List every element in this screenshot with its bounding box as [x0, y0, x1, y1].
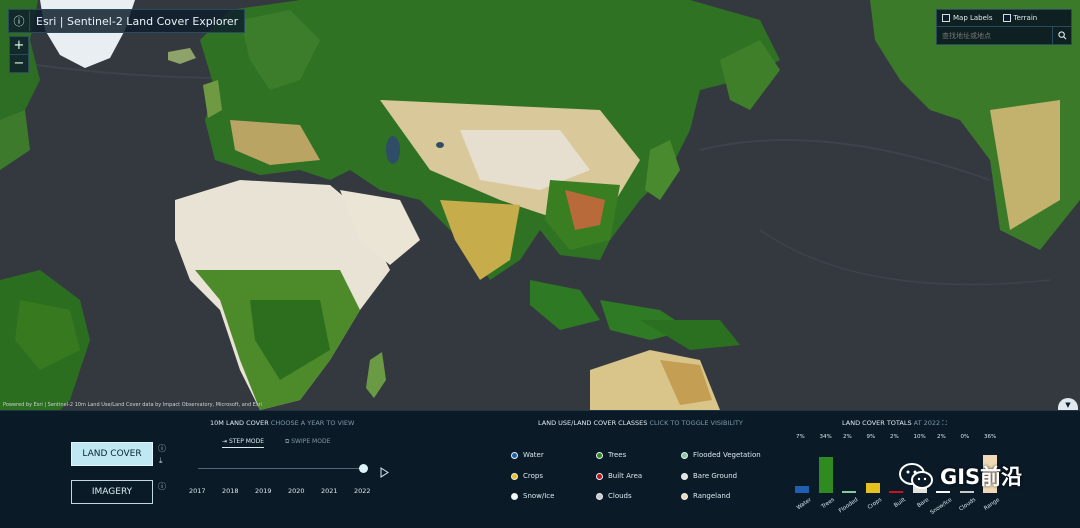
legend-swatch	[511, 472, 518, 480]
chart-value-label: 2%	[843, 434, 852, 440]
chart-value-label: 36%	[984, 434, 997, 440]
info-icon[interactable]: ⓘ	[9, 11, 30, 31]
legend-label: Water	[523, 451, 544, 459]
chart-value-label: 9%	[866, 434, 876, 440]
land-cover-button[interactable]: LAND COVER	[71, 442, 153, 466]
chart-value-label: 34%	[819, 434, 832, 440]
legend-item[interactable]: Crops	[511, 472, 543, 480]
chart-bar[interactable]	[795, 486, 809, 493]
watermark: GIS前沿	[898, 461, 1022, 491]
chart-bar[interactable]	[818, 457, 833, 493]
step-mode-icon: ⇥	[222, 438, 228, 445]
legend-item[interactable]: Trees	[596, 451, 626, 459]
chart-bar[interactable]	[936, 491, 950, 493]
terrain-label: Terrain	[1013, 14, 1038, 22]
chevron-down-icon: ▼	[1065, 400, 1071, 409]
classes-section-title: LAND USE/LAND COVER CLASSES CLICK TO TOG…	[538, 419, 743, 427]
chart-value-label: 10%	[913, 434, 926, 440]
legend-label: Snow/Ice	[523, 492, 555, 500]
swipe-mode-tab[interactable]: ⧉ SWIPE MODE	[285, 438, 330, 446]
search-input[interactable]	[937, 31, 1052, 40]
chart-bar[interactable]	[842, 491, 856, 493]
time-section-title: 10M LAND COVER CHOOSE A YEAR TO VIEW	[210, 419, 354, 427]
zoom-out-button[interactable]: −	[10, 54, 28, 72]
imagery-info-icon[interactable]: ⓘ	[158, 481, 166, 492]
terrain-checkbox[interactable]	[1002, 14, 1011, 22]
zoom-in-button[interactable]: +	[10, 37, 28, 54]
swipe-mode-icon: ⧉	[285, 438, 290, 445]
legend-label: Clouds	[608, 492, 632, 500]
legend-swatch	[681, 472, 688, 480]
expand-icon[interactable]: ⛶	[942, 419, 947, 427]
legend-swatch	[681, 451, 688, 459]
zoom-controls: + −	[9, 36, 29, 73]
legend-label: Built Area	[608, 472, 643, 480]
imagery-button[interactable]: IMAGERY	[71, 480, 153, 504]
chart-bar[interactable]	[889, 491, 903, 493]
totals-section-title-text: LAND COVER TOTALS	[842, 419, 912, 427]
year-label[interactable]: 2021	[321, 487, 338, 495]
year-label[interactable]: 2019	[255, 487, 272, 495]
legend-item[interactable]: Clouds	[596, 492, 632, 500]
legend-item[interactable]: Water	[511, 451, 544, 459]
year-label[interactable]: 2020	[288, 487, 305, 495]
legend-label: Rangeland	[693, 492, 731, 500]
map-attribution: Powered by Esri | Sentinel-2 10m Land Us…	[3, 402, 262, 408]
chart-bar[interactable]	[865, 483, 880, 493]
step-mode-label: STEP MODE	[228, 438, 265, 445]
step-mode-tab[interactable]: ⇥ STEP MODE	[222, 438, 265, 448]
swipe-mode-label: SWIPE MODE	[291, 438, 331, 445]
app-title-bar: ⓘ Esri | Sentinel-2 Land Cover Explorer	[8, 9, 246, 33]
legend-item[interactable]: Bare Ground	[681, 472, 737, 480]
totals-section-subtitle: AT 2022	[913, 419, 941, 427]
year-label[interactable]: 2018	[222, 487, 239, 495]
classes-section-title-text: LAND USE/LAND COVER CLASSES	[538, 419, 648, 427]
play-icon	[380, 467, 389, 478]
legend-swatch	[511, 492, 518, 500]
legend-label: Bare Ground	[693, 472, 738, 480]
terrain-toggle[interactable]: Terrain	[1002, 14, 1038, 22]
totals-section-title: LAND COVER TOTALS AT 2022 ⛶	[842, 419, 947, 428]
chart-value-label: 2%	[890, 434, 899, 440]
legend-swatch	[681, 492, 688, 500]
wechat-logo-icon	[899, 463, 933, 489]
legend-label: Crops	[523, 472, 543, 480]
download-icon[interactable]: ⤓	[159, 456, 163, 466]
year-slider-track[interactable]	[198, 468, 364, 469]
watermark-text: GIS前沿	[940, 465, 1023, 489]
legend-item[interactable]: Snow/Ice	[511, 492, 554, 500]
legend-item[interactable]: Flooded Vegetation	[681, 451, 761, 459]
legend-item[interactable]: Built Area	[596, 472, 642, 480]
year-label[interactable]: 2017	[189, 487, 206, 495]
chart-value-label: 0%	[960, 434, 970, 440]
legend-swatch	[596, 472, 603, 480]
map-options-panel: Map Labels Terrain	[936, 9, 1072, 45]
legend-label: Flooded Vegetation	[693, 451, 761, 459]
land-cover-info-icon[interactable]: ⓘ	[158, 443, 166, 454]
chart-value-label: 2%	[937, 434, 946, 440]
app-title: Esri | Sentinel-2 Land Cover Explorer	[36, 14, 239, 28]
map-view[interactable]	[0, 0, 1080, 410]
chart-bar[interactable]	[959, 491, 974, 493]
map-labels-checkbox[interactable]	[942, 14, 950, 22]
time-section-title-text: 10M LAND COVER	[210, 419, 269, 427]
legend-item[interactable]: Rangeland	[681, 492, 730, 500]
time-section-subtitle: CHOOSE A YEAR TO VIEW	[270, 419, 355, 427]
legend-swatch	[596, 451, 603, 459]
legend-swatch	[596, 492, 603, 500]
legend-swatch	[511, 451, 518, 459]
play-button[interactable]	[380, 463, 389, 482]
chart-value-label: 7%	[796, 434, 805, 440]
search-icon[interactable]	[1052, 27, 1071, 44]
legend-label: Trees	[608, 451, 627, 459]
map-labels-toggle[interactable]: Map Labels	[942, 14, 993, 22]
world-map[interactable]	[0, 0, 1080, 410]
classes-section-subtitle: CLICK TO TOGGLE VISIBILITY	[649, 419, 743, 427]
year-slider-handle[interactable]	[359, 464, 368, 473]
map-labels-label: Map Labels	[953, 14, 993, 22]
year-label[interactable]: 2022	[354, 487, 371, 495]
